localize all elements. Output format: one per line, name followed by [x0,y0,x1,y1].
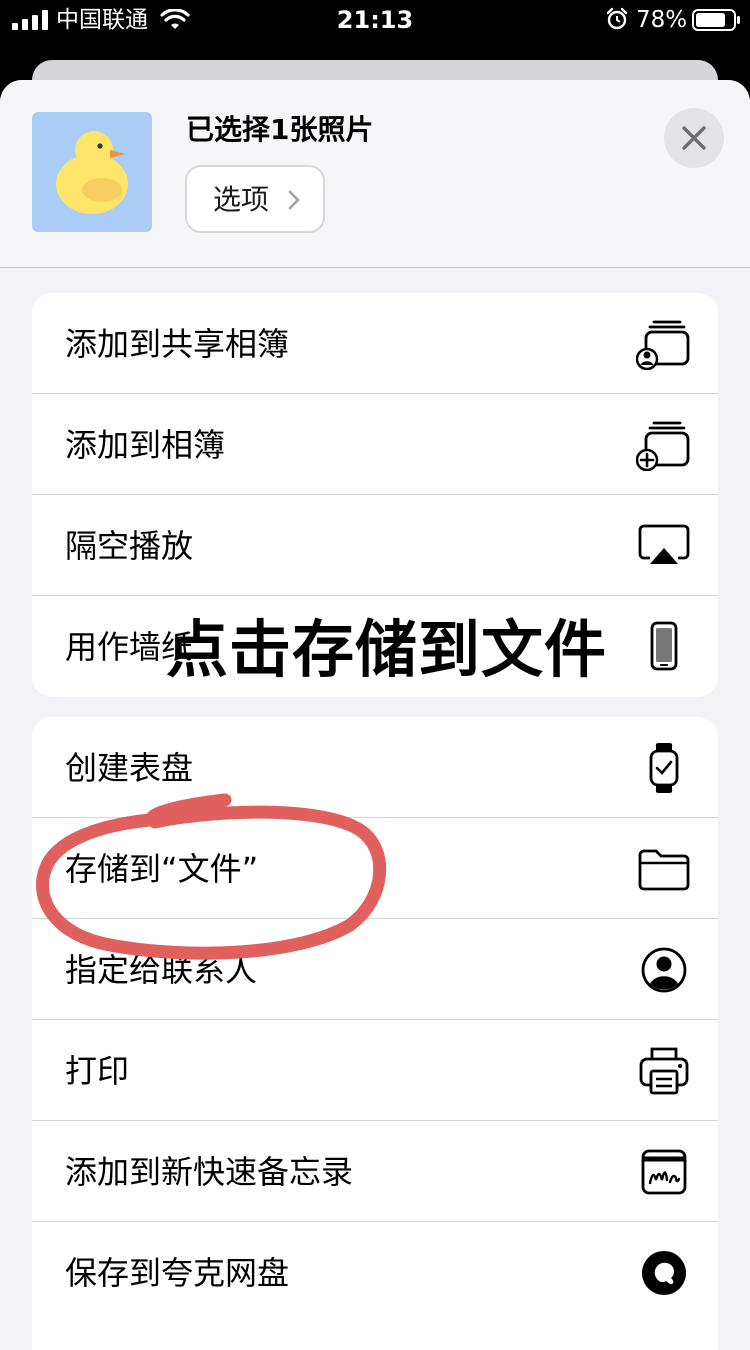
status-bar: 中国联通 21:13 78% [0,0,750,44]
battery-percent: 78% [636,7,688,33]
action-add-to-album[interactable]: 添加到相簿 [32,394,718,495]
action-airplay[interactable]: 隔空播放 [32,495,718,596]
action-label: 添加到新快速备忘录 [65,1153,354,1191]
watch-icon [649,743,679,793]
selection-title: 已选择1张照片 [186,113,374,146]
action-create-watch-face[interactable]: 创建表盘 [32,717,718,818]
add-album-icon [636,421,690,471]
action-label: 保存到夸克网盘 [65,1254,290,1292]
options-label: 选项 [213,183,270,216]
duck-icon [56,131,128,214]
alarm-icon [606,7,628,30]
photo-thumbnail[interactable] [32,112,152,232]
phone-icon [650,621,678,671]
action-save-to-quark[interactable]: 保存到夸克网盘 [32,1222,718,1323]
action-save-to-files[interactable]: 存储到“文件” [32,818,718,919]
action-label: 创建表盘 [65,749,194,787]
action-print[interactable]: 打印 [32,1020,718,1121]
close-icon [682,126,706,150]
chevron-right-icon [288,190,300,210]
battery-icon [692,9,740,31]
action-label: 存储到“文件” [65,850,259,888]
printer-icon [639,1047,689,1095]
folder-icon [638,849,690,891]
action-assign-to-contact[interactable]: 指定给联系人 [32,919,718,1020]
share-sheet: 已选择1张照片 选项 添加到共享相簿 添加到相簿 隔空播放 用作墙纸 创建表盘 … [0,80,750,1350]
quick-note-icon [641,1149,687,1195]
actions-group-2: 创建表盘 存储到“文件” 指定给联系人 打印 添加到新快速备忘录 保存到夸克网盘 [32,717,718,1350]
options-button[interactable]: 选项 [185,165,325,233]
shared-album-icon [636,320,690,370]
contact-icon [641,947,687,993]
action-label: 指定给联系人 [65,951,258,989]
annotation-text: 点击存储到文件 [166,613,608,686]
action-label: 添加到共享相簿 [65,325,290,363]
action-label: 添加到相簿 [65,426,226,464]
airplay-icon [638,524,690,564]
close-button[interactable] [664,108,724,168]
action-add-quick-note[interactable]: 添加到新快速备忘录 [32,1121,718,1222]
action-label: 打印 [65,1052,130,1090]
share-sheet-header: 已选择1张照片 选项 [0,80,750,268]
action-label: 隔空播放 [65,527,194,565]
action-add-to-shared-album[interactable]: 添加到共享相簿 [32,293,718,394]
quark-icon [642,1251,686,1295]
